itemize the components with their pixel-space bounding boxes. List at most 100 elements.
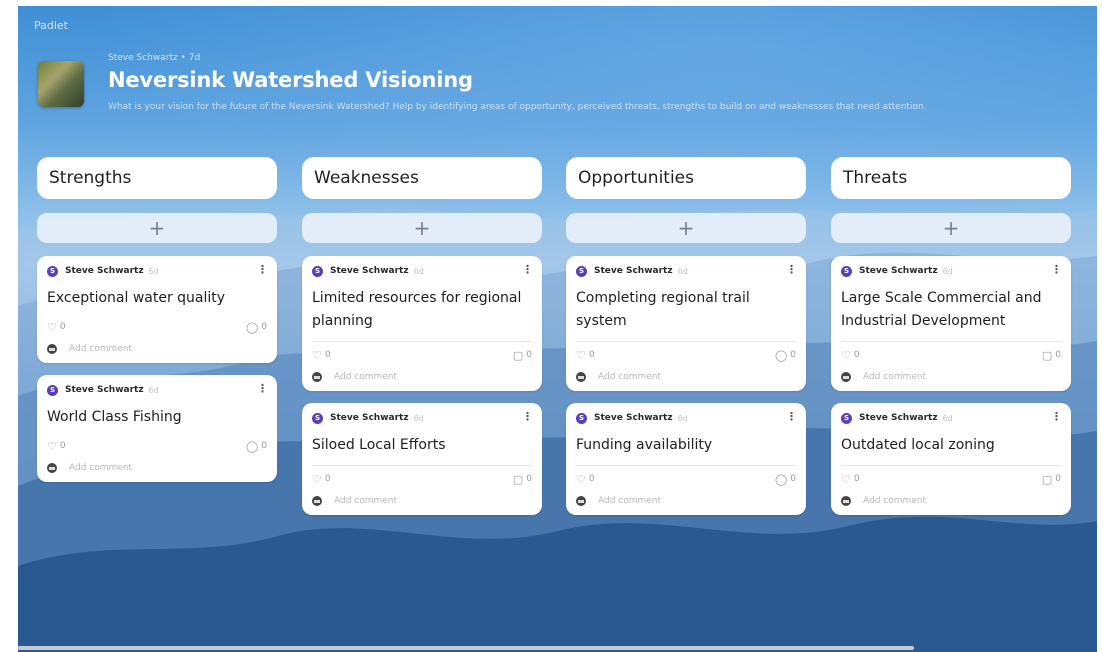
post-author: Steve Schwartz: [859, 413, 938, 423]
comment-button[interactable]: ▢ 0: [513, 349, 532, 362]
kebab-menu-icon[interactable]: ⋮: [1051, 263, 1062, 276]
kebab-menu-icon[interactable]: ⋮: [786, 263, 797, 276]
add-comment-row[interactable]: Add comment: [47, 460, 267, 476]
column-header[interactable]: Weaknesses: [302, 157, 542, 199]
brand-logo[interactable]: Padlet: [34, 19, 68, 32]
kebab-menu-icon[interactable]: ⋮: [786, 410, 797, 423]
post-time: 6d: [677, 413, 688, 423]
like-count: 0: [324, 474, 331, 484]
comment-button[interactable]: ◯ 0: [246, 440, 267, 453]
add-comment-row[interactable]: Add comment: [576, 493, 796, 509]
like-button[interactable]: ♡ 0: [841, 349, 860, 362]
like-button[interactable]: ♡ 0: [47, 440, 66, 453]
add-comment-input[interactable]: Add comment: [69, 344, 132, 354]
current-user-avatar: [47, 463, 57, 473]
post-card[interactable]: S Steve Schwartz 6d ⋮ Outdated local zon…: [831, 403, 1071, 515]
column-header[interactable]: Threats: [831, 157, 1071, 199]
add-comment-input[interactable]: Add comment: [863, 372, 926, 382]
add-comment-row[interactable]: Add comment: [841, 369, 1061, 385]
kebab-menu-icon[interactable]: ⋮: [257, 263, 268, 276]
like-count: 0: [59, 441, 66, 451]
heart-icon: ♡: [841, 348, 851, 362]
comment-button[interactable]: ◯ 0: [775, 473, 796, 486]
add-comment-row[interactable]: Add comment: [312, 493, 532, 509]
kebab-menu-icon[interactable]: ⋮: [522, 263, 533, 276]
like-button[interactable]: ♡ 0: [841, 473, 860, 486]
like-count: 0: [853, 350, 860, 360]
post-time: 6d: [413, 413, 424, 423]
add-comment-row[interactable]: Add comment: [47, 341, 267, 357]
like-count: 0: [588, 474, 595, 484]
post-card[interactable]: S Steve Schwartz 6d ⋮ Exceptional water …: [37, 256, 277, 363]
comment-button[interactable]: ▢ 0: [1042, 349, 1061, 362]
post-author: Steve Schwartz: [65, 266, 144, 276]
add-post-button[interactable]: +: [37, 213, 277, 243]
post-card[interactable]: S Steve Schwartz 6d ⋮ Large Scale Commer…: [831, 256, 1071, 391]
user-avatar: S: [841, 265, 852, 277]
board-author-line: Steve Schwartz • 7d: [108, 53, 201, 63]
post-card[interactable]: S Steve Schwartz 6d ⋮ Siloed Local Effor…: [302, 403, 542, 515]
comment-bubble-icon: ▢: [1041, 472, 1053, 486]
board-title: Neversink Watershed Visioning: [108, 68, 473, 92]
post-author: Steve Schwartz: [859, 266, 938, 276]
board-description: What is your vision for the future of th…: [108, 102, 927, 112]
add-comment-input[interactable]: Add comment: [334, 496, 397, 506]
current-user-avatar: [312, 372, 322, 382]
add-comment-input[interactable]: Add comment: [598, 496, 661, 506]
like-button[interactable]: ♡ 0: [312, 473, 331, 486]
post-title: Large Scale Commercial and Industrial De…: [841, 290, 1042, 329]
user-avatar: S: [312, 265, 323, 277]
post-card[interactable]: S Steve Schwartz 6d ⋮ Limited resources …: [302, 256, 542, 391]
post-card[interactable]: S Steve Schwartz 6d ⋮ Funding availabili…: [566, 403, 806, 515]
board-cover-image: [38, 61, 84, 107]
add-post-button[interactable]: +: [566, 213, 806, 243]
comment-bubble-icon: ◯: [774, 472, 788, 486]
user-avatar: S: [47, 384, 58, 396]
post-author: Steve Schwartz: [594, 266, 673, 276]
add-comment-input[interactable]: Add comment: [598, 372, 661, 382]
kebab-menu-icon[interactable]: ⋮: [522, 410, 533, 423]
like-button[interactable]: ♡ 0: [47, 321, 66, 334]
comment-button[interactable]: ▢ 0: [513, 473, 532, 486]
add-comment-row[interactable]: Add comment: [841, 493, 1061, 509]
like-count: 0: [324, 350, 331, 360]
post-title: World Class Fishing: [47, 409, 182, 425]
heart-icon: ♡: [841, 472, 851, 486]
comment-button[interactable]: ▢ 0: [1042, 473, 1061, 486]
column-threats: Threats + S Steve Schwartz 6d ⋮ Large Sc…: [831, 157, 1071, 515]
comment-bubble-icon: ◯: [245, 439, 259, 453]
post-title: Siloed Local Efforts: [312, 437, 446, 453]
column-opportunities: Opportunities + S Steve Schwartz 6d ⋮ Co…: [566, 157, 806, 515]
post-author: Steve Schwartz: [65, 385, 144, 395]
post-card[interactable]: S Steve Schwartz 6d ⋮ Completing regiona…: [566, 256, 806, 391]
column-header[interactable]: Opportunities: [566, 157, 806, 199]
add-post-button[interactable]: +: [831, 213, 1071, 243]
add-comment-row[interactable]: Add comment: [312, 369, 532, 385]
post-author: Steve Schwartz: [330, 266, 409, 276]
current-user-avatar: [47, 344, 57, 354]
comment-button[interactable]: ◯ 0: [775, 349, 796, 362]
add-comment-input[interactable]: Add comment: [69, 463, 132, 473]
kebab-menu-icon[interactable]: ⋮: [257, 382, 268, 395]
like-button[interactable]: ♡ 0: [312, 349, 331, 362]
column-header[interactable]: Strengths: [37, 157, 277, 199]
user-avatar: S: [47, 265, 58, 277]
heart-icon: ♡: [312, 472, 322, 486]
current-user-avatar: [312, 496, 322, 506]
kebab-menu-icon[interactable]: ⋮: [1051, 410, 1062, 423]
heart-icon: ♡: [576, 348, 586, 362]
add-post-button[interactable]: +: [302, 213, 542, 243]
post-card[interactable]: S Steve Schwartz 6d ⋮ World Class Fishin…: [37, 375, 277, 482]
user-avatar: S: [576, 265, 587, 277]
comment-button[interactable]: ◯ 0: [246, 321, 267, 334]
horizontal-scrollbar[interactable]: [18, 646, 914, 650]
add-comment-row[interactable]: Add comment: [576, 369, 796, 385]
comment-count: 0: [526, 350, 532, 360]
like-button[interactable]: ♡ 0: [576, 349, 595, 362]
like-count: 0: [588, 350, 595, 360]
comment-count: 0: [526, 474, 532, 484]
add-comment-input[interactable]: Add comment: [334, 372, 397, 382]
current-user-avatar: [841, 496, 851, 506]
like-button[interactable]: ♡ 0: [576, 473, 595, 486]
add-comment-input[interactable]: Add comment: [863, 496, 926, 506]
